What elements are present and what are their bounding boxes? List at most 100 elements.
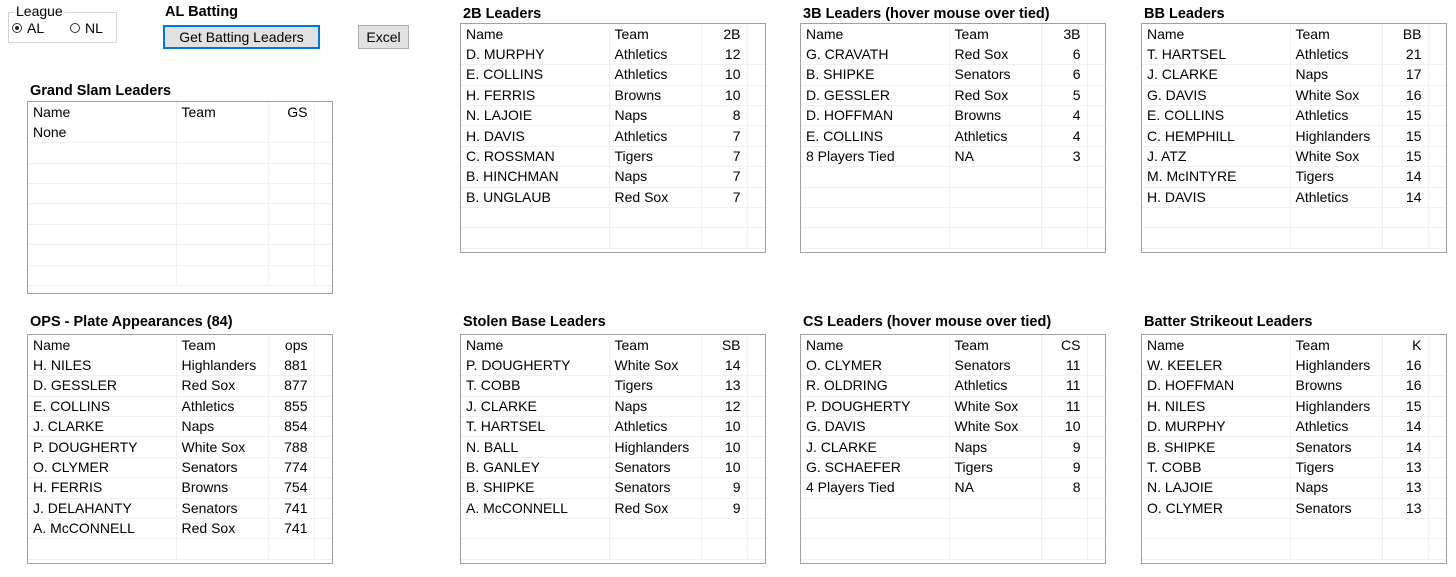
walks-leaders-grid[interactable]: Name Team BB T. HARTSEL Athletics 21 J. CLARKE… [1141, 23, 1447, 253]
table-row[interactable]: B. SHIPKE Senators 9 [461, 477, 765, 499]
radio-al[interactable]: AL [12, 20, 44, 36]
table-row[interactable]: C. ROSSMAN Tigers 7 [461, 146, 765, 168]
table-row[interactable] [1142, 207, 1446, 229]
table-row[interactable] [28, 265, 332, 287]
column-header-stat[interactable]: BB [1382, 24, 1429, 45]
table-row[interactable] [28, 183, 332, 205]
table-row[interactable] [28, 142, 332, 164]
table-row[interactable]: T. COBB Tigers 13 [461, 375, 765, 397]
table-row[interactable] [801, 187, 1105, 209]
table-row[interactable]: A. McCONNELL Red Sox 741 [28, 518, 332, 540]
table-row[interactable]: D. GESSLER Red Sox 5 [801, 85, 1105, 107]
table-row[interactable]: D. MURPHY Athletics 14 [1142, 416, 1446, 438]
table-row[interactable] [28, 538, 332, 560]
table-row[interactable]: E. COLLINS Athletics 855 [28, 396, 332, 418]
table-row[interactable] [461, 207, 765, 229]
column-header-stat[interactable]: 3B [1041, 24, 1088, 45]
table-row[interactable]: O. CLYMER Senators 774 [28, 457, 332, 479]
table-row[interactable]: N. LAJOIE Naps 13 [1142, 477, 1446, 499]
table-row[interactable]: M. McINTYRE Tigers 14 [1142, 166, 1446, 188]
strikeout-leaders-grid[interactable]: Name Team K W. KEELER Highlanders 16 D. HOFFMA… [1141, 334, 1447, 564]
table-row[interactable]: J. DELAHANTY Senators 741 [28, 498, 332, 520]
table-row[interactable]: D. MURPHY Athletics 12 [461, 44, 765, 66]
column-header-team[interactable]: Team [1290, 24, 1383, 45]
table-row[interactable]: J. CLARKE Naps 854 [28, 416, 332, 438]
table-row[interactable]: D. HOFFMAN Browns 16 [1142, 375, 1446, 397]
column-header-team[interactable]: Team [1290, 335, 1383, 356]
table-row[interactable]: P. DOUGHERTY White Sox 14 [461, 355, 765, 377]
table-row[interactable]: G. CRAVATH Red Sox 6 [801, 44, 1105, 66]
table-row[interactable] [1142, 538, 1446, 560]
table-row[interactable]: J. CLARKE Naps 17 [1142, 64, 1446, 86]
table-row[interactable]: H. FERRIS Browns 754 [28, 477, 332, 499]
table-row[interactable]: H. DAVIS Athletics 14 [1142, 187, 1446, 209]
table-row[interactable]: T. COBB Tigers 13 [1142, 457, 1446, 479]
stolen-base-leaders-grid[interactable]: Name Team SB P. DOUGHERTY White Sox 14 T. COBB… [460, 334, 766, 564]
radio-nl[interactable]: NL [70, 20, 103, 36]
column-header-name[interactable]: Name [28, 102, 177, 123]
table-row[interactable]: O. CLYMER Senators 13 [1142, 498, 1446, 520]
table-row[interactable]: B. SHIPKE Senators 6 [801, 64, 1105, 86]
table-row[interactable]: H. NILES Highlanders 881 [28, 355, 332, 377]
column-header-stat[interactable]: SB [701, 335, 748, 356]
table-row[interactable]: D. HOFFMAN Browns 4 [801, 105, 1105, 127]
table-row[interactable] [1142, 518, 1446, 540]
table-row[interactable]: B. GANLEY Senators 10 [461, 457, 765, 479]
get-batting-leaders-button[interactable]: Get Batting Leaders [163, 25, 320, 49]
table-row[interactable]: R. OLDRING Athletics 11 [801, 375, 1105, 397]
column-header-team[interactable]: Team [949, 24, 1042, 45]
table-row[interactable]: H. NILES Highlanders 15 [1142, 396, 1446, 418]
table-row[interactable]: J. CLARKE Naps 12 [461, 396, 765, 418]
grand-slam-leaders-grid[interactable]: Name Team GS None [27, 101, 333, 294]
excel-button[interactable]: Excel [358, 25, 409, 49]
table-row[interactable]: G. SCHAEFER Tigers 9 [801, 457, 1105, 479]
table-row[interactable]: B. SHIPKE Senators 14 [1142, 436, 1446, 458]
table-row[interactable] [28, 224, 332, 246]
table-row[interactable]: N. LAJOIE Naps 8 [461, 105, 765, 127]
column-header-stat[interactable]: ops [268, 335, 315, 356]
table-row[interactable] [28, 163, 332, 185]
table-row[interactable]: C. HEMPHILL Highlanders 15 [1142, 125, 1446, 147]
column-header-team[interactable]: Team [609, 335, 702, 356]
table-row[interactable] [801, 538, 1105, 560]
column-header-team[interactable]: Team [949, 335, 1042, 356]
table-row[interactable]: G. DAVIS White Sox 10 [801, 416, 1105, 438]
column-header-name[interactable]: Name [461, 24, 610, 45]
table-row[interactable]: E. COLLINS Athletics 15 [1142, 105, 1446, 127]
table-row[interactable]: P. DOUGHERTY White Sox 788 [28, 436, 332, 458]
table-row[interactable]: A. McCONNELL Red Sox 9 [461, 498, 765, 520]
column-header-name[interactable]: Name [1142, 24, 1291, 45]
table-row[interactable]: P. DOUGHERTY White Sox 11 [801, 396, 1105, 418]
table-row[interactable]: B. HINCHMAN Naps 7 [461, 166, 765, 188]
column-header-stat[interactable]: K [1382, 335, 1429, 356]
table-row[interactable] [1142, 227, 1446, 249]
table-row[interactable]: B. UNGLAUB Red Sox 7 [461, 187, 765, 209]
table-row[interactable] [28, 203, 332, 225]
column-header-name[interactable]: Name [28, 335, 177, 356]
column-header-name[interactable]: Name [461, 335, 610, 356]
table-row[interactable]: 8 Players Tied NA 3 [801, 146, 1105, 168]
table-row[interactable]: W. KEELER Highlanders 16 [1142, 355, 1446, 377]
table-row[interactable] [461, 518, 765, 540]
table-row[interactable]: N. BALL Highlanders 10 [461, 436, 765, 458]
doubles-leaders-grid[interactable]: Name Team 2B D. MURPHY Athletics 12 E. COLLINS… [460, 23, 766, 253]
column-header-team[interactable]: Team [176, 102, 269, 123]
caught-stealing-leaders-grid[interactable]: Name Team CS O. CLYMER Senators 11 R. OLDRING A… [800, 334, 1106, 564]
column-header-name[interactable]: Name [801, 335, 950, 356]
column-header-stat[interactable]: CS [1041, 335, 1088, 356]
table-row[interactable] [801, 207, 1105, 229]
table-row[interactable]: 4 Players Tied NA 8 [801, 477, 1105, 499]
table-row[interactable]: O. CLYMER Senators 11 [801, 355, 1105, 377]
table-row[interactable] [461, 538, 765, 560]
column-header-team[interactable]: Team [609, 24, 702, 45]
column-header-stat[interactable]: 2B [701, 24, 748, 45]
table-row[interactable] [461, 227, 765, 249]
table-row[interactable] [801, 166, 1105, 188]
table-row[interactable]: T. HARTSEL Athletics 21 [1142, 44, 1446, 66]
table-row[interactable]: G. DAVIS White Sox 16 [1142, 85, 1446, 107]
table-row[interactable]: D. GESSLER Red Sox 877 [28, 375, 332, 397]
table-row[interactable]: E. COLLINS Athletics 4 [801, 125, 1105, 147]
table-row[interactable] [801, 498, 1105, 520]
table-row[interactable]: T. HARTSEL Athletics 10 [461, 416, 765, 438]
column-header-name[interactable]: Name [1142, 335, 1291, 356]
